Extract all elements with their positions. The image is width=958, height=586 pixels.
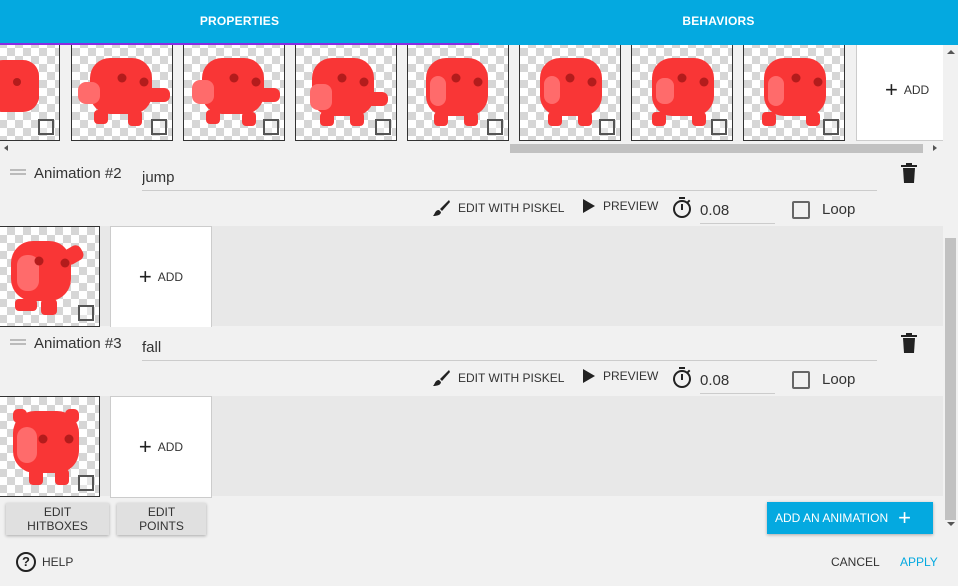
cancel-button[interactable]: CANCEL [831, 555, 880, 569]
tab-bar: PROPERTIES BEHAVIORS [0, 0, 958, 45]
animation-label: Animation #3 [34, 335, 122, 352]
frame-thumbnail[interactable] [71, 45, 173, 141]
play-icon [583, 369, 595, 383]
plus-icon: + [138, 264, 152, 289]
add-frame-button[interactable]: + ADD [110, 396, 212, 498]
frame-checkbox[interactable] [375, 119, 391, 135]
plus-icon: + [138, 434, 152, 459]
vertical-scrollbar[interactable] [943, 45, 958, 540]
add-label: ADD [903, 83, 930, 97]
help-button[interactable]: ? HELP [16, 552, 73, 572]
edit-with-piskel-label: EDIT WITH PISKEL [458, 371, 565, 385]
edit-points-button[interactable]: EDIT POINTS [117, 503, 206, 535]
frames-strip-2: + ADD [0, 226, 943, 328]
edit-hitboxes-button[interactable]: EDIT HITBOXES [6, 503, 109, 535]
timer-icon [673, 197, 691, 218]
loop-label: Loop [822, 201, 856, 218]
scrollbar-thumb[interactable] [945, 238, 956, 520]
help-label: HELP [42, 555, 74, 569]
drag-handle-icon[interactable] [10, 169, 26, 175]
animations-panel: + ADD Animation #2 EDIT WITH PISKEL PREV… [0, 45, 943, 540]
paintbrush-icon [433, 370, 450, 386]
frame-thumbnail[interactable] [743, 45, 845, 141]
frame-checkbox[interactable] [263, 119, 279, 135]
add-animation-label: ADD AN ANIMATION [775, 511, 889, 525]
loop-checkbox[interactable] [792, 371, 810, 389]
frame-thumbnail[interactable] [0, 226, 100, 327]
add-animation-button[interactable]: ADD AN ANIMATION + [767, 502, 933, 534]
add-label: ADD [157, 440, 184, 454]
trash-icon[interactable] [900, 163, 918, 183]
frame-checkbox[interactable] [78, 305, 94, 321]
preview-button[interactable]: PREVIEW [583, 199, 658, 213]
frames-strip-1: + ADD [0, 45, 943, 141]
animation-header: Animation #2 EDIT WITH PISKEL PREVIEW Lo… [0, 157, 943, 227]
frame-checkbox[interactable] [711, 119, 727, 135]
play-icon [583, 199, 595, 213]
loop-label: Loop [822, 371, 856, 388]
frame-duration-input[interactable] [700, 198, 775, 224]
preview-button[interactable]: PREVIEW [583, 369, 658, 383]
paintbrush-icon [433, 200, 450, 216]
animation-name-input[interactable] [142, 165, 877, 191]
frame-checkbox[interactable] [823, 119, 839, 135]
tab-properties[interactable]: PROPERTIES [0, 0, 479, 45]
scroll-down-arrow-icon[interactable] [947, 522, 955, 526]
frame-checkbox[interactable] [487, 119, 503, 135]
scroll-left-arrow-icon[interactable] [4, 145, 8, 151]
horizontal-scrollbar[interactable] [0, 141, 943, 156]
frame-thumbnail[interactable] [0, 45, 60, 141]
scrollbar-thumb[interactable] [510, 144, 923, 153]
add-label: ADD [157, 270, 184, 284]
frame-checkbox[interactable] [38, 119, 54, 135]
tab-behaviors[interactable]: BEHAVIORS [479, 0, 958, 45]
animation-name-input[interactable] [142, 335, 877, 361]
plus-icon: + [898, 505, 911, 530]
edit-with-piskel-button[interactable]: EDIT WITH PISKEL [432, 199, 564, 217]
help-icon: ? [16, 552, 36, 572]
frame-checkbox[interactable] [599, 119, 615, 135]
apply-button[interactable]: APPLY [900, 555, 938, 569]
frame-thumbnail[interactable] [631, 45, 733, 141]
frames-strip-3: + ADD [0, 396, 943, 498]
add-frame-button[interactable]: + ADD [856, 45, 943, 141]
edit-with-piskel-label: EDIT WITH PISKEL [458, 201, 565, 215]
animation-header: Animation #3 EDIT WITH PISKEL PREVIEW Lo… [0, 327, 943, 397]
frame-thumbnail[interactable] [0, 396, 100, 497]
add-frame-button[interactable]: + ADD [110, 226, 212, 328]
preview-label: PREVIEW [603, 199, 659, 213]
frame-thumbnail[interactable] [407, 45, 509, 141]
dialog-footer: ? HELP CANCEL APPLY [0, 540, 958, 586]
frame-thumbnail[interactable] [519, 45, 621, 141]
scroll-right-arrow-icon[interactable] [933, 145, 937, 151]
frame-thumbnail[interactable] [295, 45, 397, 141]
frame-duration-input[interactable] [700, 368, 775, 394]
timer-icon [673, 367, 691, 388]
frame-checkbox[interactable] [78, 475, 94, 491]
frame-checkbox[interactable] [151, 119, 167, 135]
frame-thumbnail[interactable] [183, 45, 285, 141]
scroll-up-arrow-icon[interactable] [947, 50, 955, 54]
animation-label: Animation #2 [34, 165, 122, 182]
loop-checkbox[interactable] [792, 201, 810, 219]
edit-with-piskel-button[interactable]: EDIT WITH PISKEL [432, 369, 564, 387]
preview-label: PREVIEW [603, 369, 659, 383]
plus-icon: + [885, 77, 898, 102]
drag-handle-icon[interactable] [10, 339, 26, 345]
trash-icon[interactable] [900, 333, 918, 353]
